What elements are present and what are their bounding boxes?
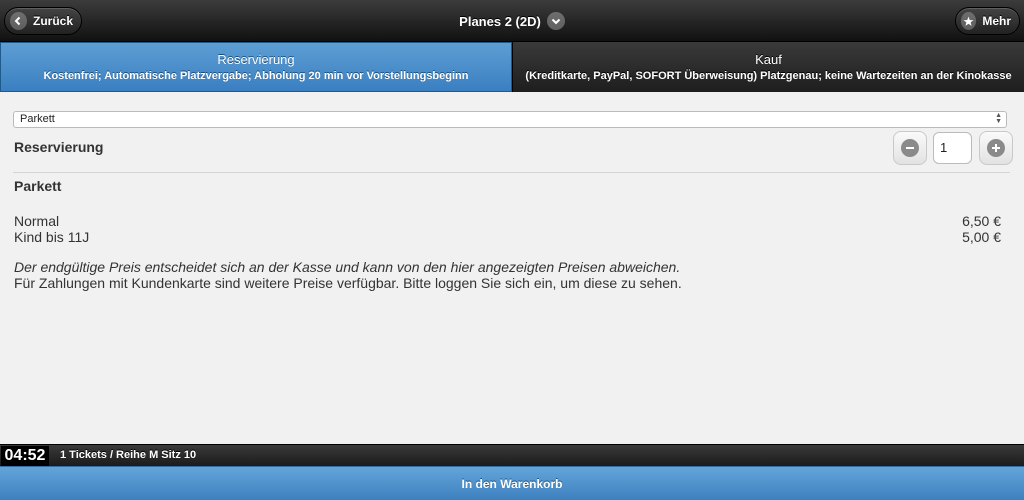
ticket-summary: 1 Tickets / Reihe M Sitz 10	[60, 449, 197, 461]
price-disclaimer: Der endgültige Preis entscheidet sich an…	[14, 259, 681, 275]
quantity-input[interactable]: 1	[933, 132, 972, 164]
section-title: Parkett	[14, 178, 62, 194]
back-button[interactable]: Zurück	[4, 7, 82, 35]
price-label: Normal	[14, 213, 60, 229]
tab-description: (Kreditkarte, PayPal, SOFORT Überweisung…	[525, 70, 1012, 82]
tab-reservierung[interactable]: Reservierung Kostenfrei; Automatische Pl…	[0, 42, 512, 92]
add-to-cart-button[interactable]: In den Warenkorb	[0, 466, 1024, 500]
header-bar: Zurück Planes 2 (2D) Mehr	[0, 0, 1024, 42]
page-title: Planes 2 (2D)	[459, 13, 541, 29]
decrease-quantity-button[interactable]	[893, 131, 927, 165]
add-to-cart-label: In den Warenkorb	[461, 476, 563, 491]
price-row: Normal 6,50 €	[14, 213, 1001, 229]
page-title-area: Planes 2 (2D)	[0, 0, 1024, 42]
increase-quantity-button[interactable]	[979, 131, 1013, 165]
minus-icon	[901, 139, 919, 157]
plus-icon	[987, 139, 1005, 157]
star-icon	[961, 12, 977, 30]
price-value: 5,00 €	[962, 229, 1001, 245]
select-arrows-icon: ▲ ▼	[995, 112, 1002, 125]
divider	[13, 172, 1010, 173]
price-label: Kind bis 11J	[14, 229, 90, 245]
tab-kauf[interactable]: Kauf (Kreditkarte, PayPal, SOFORT Überwe…	[512, 42, 1024, 92]
tab-title: Kauf	[755, 52, 782, 67]
countdown-timer: 04:52	[1, 446, 49, 466]
seat-category-select[interactable]: Parkett ▲ ▼	[13, 111, 1007, 128]
customer-card-note: Für Zahlungen mit Kundenkarte sind weite…	[14, 275, 682, 291]
reservation-label: Reservierung	[14, 139, 104, 155]
price-value: 6,50 €	[962, 213, 1001, 229]
ticket-status-bar: 04:52 1 Tickets / Reihe M Sitz 10	[0, 444, 1024, 466]
price-row: Kind bis 11J 5,00 €	[14, 229, 1001, 245]
tab-title: Reservierung	[217, 52, 295, 67]
purchase-mode-tabs: Reservierung Kostenfrei; Automatische Pl…	[0, 42, 1024, 92]
chevron-left-icon	[10, 12, 27, 30]
more-button[interactable]: Mehr	[955, 7, 1020, 35]
back-button-label: Zurück	[32, 14, 73, 28]
chevron-down-icon[interactable]	[546, 12, 565, 30]
tab-description: Kostenfrei; Automatische Platzvergabe; A…	[43, 70, 469, 82]
more-button-label: Mehr	[982, 14, 1011, 28]
seat-category-value: Parkett	[20, 113, 55, 125]
